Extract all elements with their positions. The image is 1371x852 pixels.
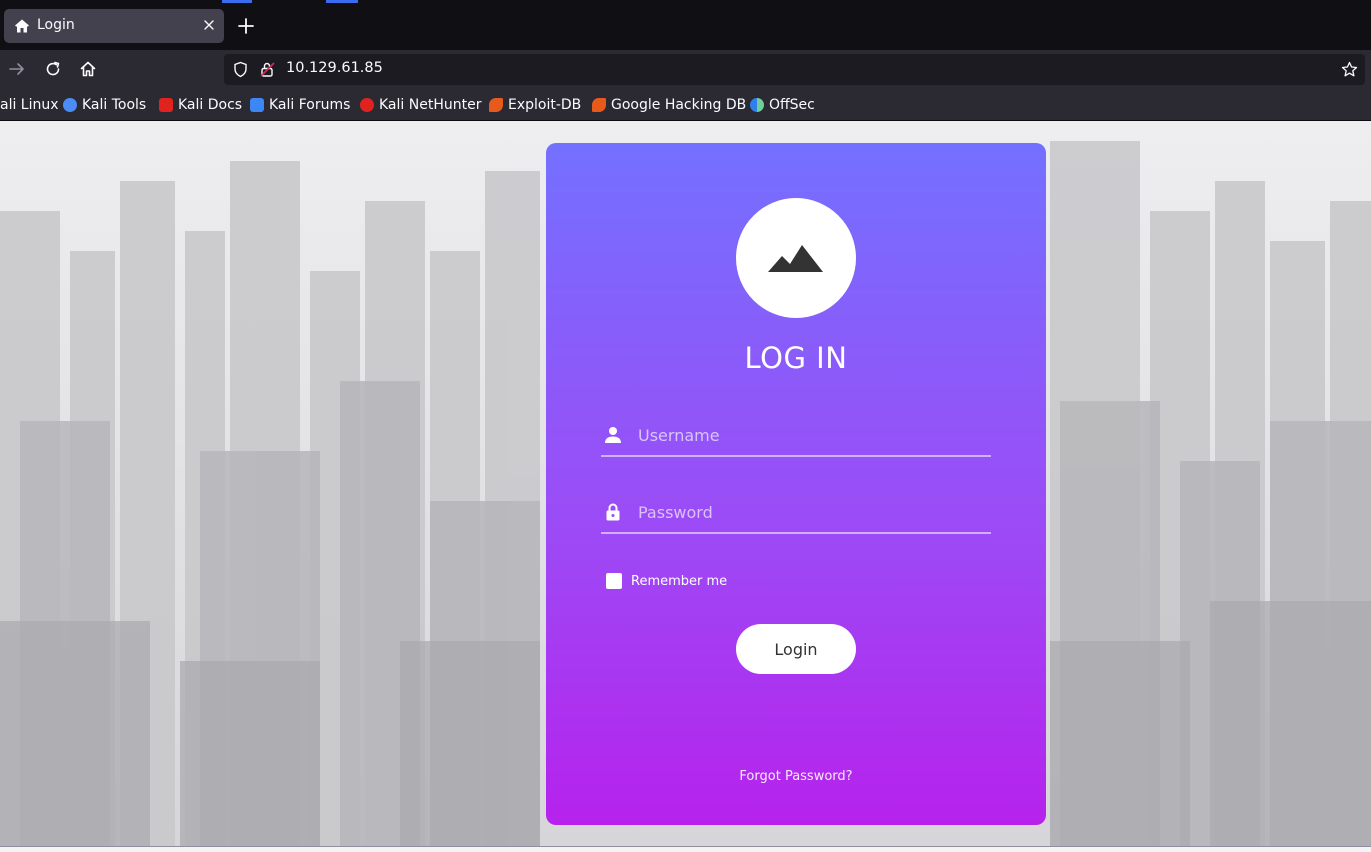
login-button[interactable]: Login [736, 624, 856, 674]
kali-docs-icon [159, 98, 173, 112]
bookmarks-toolbar: ali Linux Kali Tools Kali Docs Kali Foru… [0, 88, 1371, 121]
password-input[interactable] [638, 498, 978, 526]
tab-login[interactable]: Login [4, 9, 224, 43]
bookmark-offsec[interactable]: OffSec [750, 96, 815, 114]
password-field-wrapper [601, 494, 991, 534]
bookmark-exploit-db[interactable]: Exploit-DB [489, 96, 581, 114]
page-content: LOG IN Remember me Log [0, 121, 1371, 852]
mountain-icon [768, 245, 823, 272]
bookmark-kali-forums[interactable]: Kali Forums [250, 96, 350, 114]
tab-strip: Login [0, 0, 1371, 50]
bookmark-kali-tools[interactable]: Kali Tools [63, 96, 146, 114]
remember-me-checkbox[interactable] [606, 573, 622, 589]
workspace-indicator [326, 0, 358, 3]
forgot-password-link[interactable]: Forgot Password? [546, 769, 1046, 784]
bookmark-kali-docs[interactable]: Kali Docs [159, 96, 242, 114]
navigation-bar: 10.129.61.85 [0, 50, 1371, 88]
close-icon[interactable] [201, 17, 217, 33]
shield-icon[interactable] [232, 61, 249, 78]
kali-tools-icon [63, 98, 77, 112]
bookmark-kali-linux[interactable]: ali Linux [0, 96, 59, 114]
user-icon [605, 427, 621, 443]
bookmark-label: ali Linux [0, 97, 59, 113]
username-field-wrapper [601, 417, 991, 457]
home-icon [15, 19, 29, 33]
bookmark-label: Exploit-DB [508, 97, 582, 113]
bookmark-label: Kali Docs [178, 97, 243, 113]
status-strip [0, 846, 1371, 852]
bookmark-kali-nethunter[interactable]: Kali NetHunter [360, 96, 481, 114]
bookmark-label: Kali Forums [269, 97, 351, 113]
tab-title: Login [37, 17, 75, 33]
url-text[interactable]: 10.129.61.85 [286, 60, 383, 76]
bookmark-google-hacking-db[interactable]: Google Hacking DB [592, 96, 746, 114]
remember-me-label: Remember me [631, 573, 728, 589]
google-hacking-db-icon [592, 98, 606, 112]
new-tab-icon[interactable] [237, 17, 255, 35]
exploit-db-icon [489, 98, 503, 112]
offsec-icon [750, 98, 764, 112]
remember-me[interactable]: Remember me [606, 573, 727, 589]
browser-window: Login 10.129.61.85 ali Linux Kali Tools … [0, 0, 1371, 852]
home-button-icon[interactable] [79, 60, 97, 78]
bookmark-label: Kali Tools [82, 97, 147, 113]
login-card: LOG IN Remember me Log [546, 143, 1046, 825]
kali-nethunter-icon [360, 98, 374, 112]
login-title: LOG IN [744, 341, 848, 375]
logo-circle [736, 198, 856, 318]
reload-icon[interactable] [44, 60, 62, 78]
address-bar[interactable]: 10.129.61.85 [224, 54, 1365, 85]
bookmark-label: Kali NetHunter [379, 97, 482, 113]
forward-icon[interactable] [8, 60, 26, 78]
bookmark-star-icon[interactable] [1341, 61, 1358, 78]
workspace-indicator [222, 0, 252, 3]
bookmark-label: OffSec [769, 97, 815, 113]
lock-icon [606, 503, 620, 521]
username-input[interactable] [638, 421, 978, 449]
insecure-lock-icon[interactable] [259, 61, 276, 78]
kali-forums-icon [250, 98, 264, 112]
bookmark-label: Google Hacking DB [611, 97, 747, 113]
